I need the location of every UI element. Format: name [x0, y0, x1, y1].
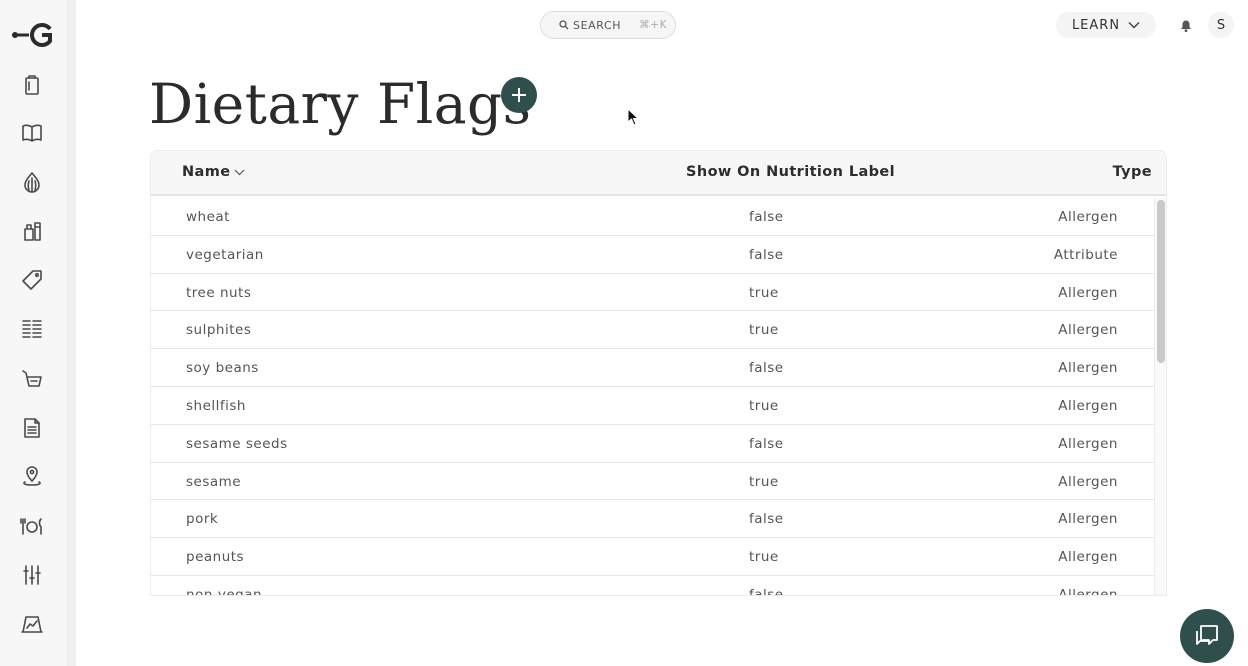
book-icon[interactable]	[18, 119, 46, 147]
column-header-name-label: Name	[182, 164, 231, 180]
cell-show: false	[749, 360, 784, 377]
cell-name: non-vegan	[186, 586, 263, 596]
mouse-cursor-icon	[627, 108, 639, 126]
chat-bubble-icon	[1196, 625, 1218, 645]
table-row[interactable]: shellfish true Allergen	[151, 387, 1154, 425]
cell-name: peanuts	[186, 549, 245, 566]
bell-icon[interactable]	[1178, 17, 1194, 33]
avatar[interactable]: S	[1208, 12, 1234, 38]
cell-type: Allergen	[1058, 360, 1118, 377]
learn-menu-button[interactable]: LEARN	[1056, 12, 1156, 38]
table-row[interactable]: soy beans false Allergen	[151, 349, 1154, 387]
cart-icon[interactable]	[18, 365, 46, 393]
cell-name: tree nuts	[186, 284, 252, 301]
column-header-show-on-label[interactable]: Show On Nutrition Label	[686, 164, 895, 180]
sidebar	[0, 0, 68, 666]
search-icon	[559, 20, 569, 30]
cell-name: sesame	[186, 473, 242, 490]
table-row[interactable]: wheat false Allergen	[151, 198, 1154, 236]
cell-type: Allergen	[1058, 549, 1118, 566]
search-shortcut: ⌘+K	[639, 19, 668, 31]
table-header: Name Show On Nutrition Label Type	[151, 151, 1166, 196]
menu-grid-icon[interactable]	[18, 315, 46, 343]
cell-show: false	[749, 209, 784, 225]
sort-chevron-down-icon	[235, 169, 245, 175]
page-title: Dietary Flags	[149, 72, 532, 136]
cell-show: true	[749, 397, 779, 414]
table-row[interactable]: tree nuts true Allergen	[151, 274, 1154, 312]
onion-icon[interactable]	[18, 168, 46, 196]
table-row[interactable]: pork false Allergen	[151, 500, 1154, 539]
sliders-icon[interactable]	[18, 561, 46, 589]
search-button[interactable]: SEARCH ⌘+K	[540, 11, 676, 39]
plate-icon[interactable]	[18, 512, 46, 540]
column-header-type[interactable]: Type	[1113, 164, 1152, 180]
cell-type: Allergen	[1058, 586, 1118, 596]
cell-type: Allergen	[1058, 511, 1118, 528]
table-row[interactable]: sesame true Allergen	[151, 463, 1154, 501]
cell-type: Allergen	[1058, 473, 1118, 490]
cell-type: Allergen	[1058, 209, 1118, 225]
cell-type: Allergen	[1058, 284, 1118, 301]
search-label: SEARCH	[573, 18, 622, 32]
cell-show: false	[749, 511, 784, 528]
tag-icon[interactable]	[18, 266, 46, 294]
table-row[interactable]: peanuts true Allergen	[151, 538, 1154, 576]
cell-name: sesame seeds	[186, 435, 288, 452]
sidebar-gutter	[68, 0, 76, 666]
table-body: wheat false Allergen vegetarian false Attrib…	[151, 198, 1154, 596]
cell-type: Allergen	[1058, 435, 1118, 452]
cell-show: false	[749, 586, 784, 596]
cell-name: vegetarian	[186, 246, 264, 263]
cell-show: true	[749, 549, 779, 566]
table-row[interactable]: vegetarian false Attribute	[151, 236, 1154, 274]
chevron-down-icon	[1128, 21, 1140, 29]
location-icon[interactable]	[18, 463, 46, 491]
add-dietary-flag-button[interactable]	[501, 77, 537, 113]
table-row[interactable]: sulphites true Allergen	[151, 311, 1154, 350]
cell-name: soy beans	[186, 360, 259, 377]
cell-type: Allergen	[1058, 322, 1118, 339]
cell-name: shellfish	[186, 397, 246, 414]
cell-type: Attribute	[1053, 246, 1118, 263]
cell-name: sulphites	[186, 322, 252, 339]
cell-show: false	[749, 435, 784, 452]
scrollbar-thumb[interactable]	[1157, 200, 1165, 363]
plus-icon	[512, 88, 526, 102]
column-header-name[interactable]: Name	[182, 164, 245, 180]
cell-name: wheat	[186, 209, 230, 225]
cell-type: Allergen	[1058, 397, 1118, 414]
cell-show: false	[749, 246, 784, 263]
chat-support-button[interactable]	[1180, 609, 1234, 663]
cell-show: true	[749, 322, 779, 339]
clipboard-icon[interactable]	[18, 71, 46, 99]
learn-label: LEARN	[1071, 17, 1121, 33]
cell-name: pork	[186, 511, 219, 528]
document-icon[interactable]	[18, 414, 46, 442]
dietary-flags-table: Name Show On Nutrition Label Type wheat f…	[150, 150, 1167, 596]
table-row[interactable]: non-vegan false Allergen	[151, 576, 1154, 596]
bottle-icon[interactable]	[18, 217, 46, 245]
table-row[interactable]: sesame seeds false Allergen	[151, 425, 1154, 463]
logo-key-g-icon[interactable]	[10, 20, 56, 50]
chart-board-icon[interactable]	[18, 610, 46, 638]
cell-show: true	[749, 473, 779, 490]
cell-show: true	[749, 284, 779, 301]
